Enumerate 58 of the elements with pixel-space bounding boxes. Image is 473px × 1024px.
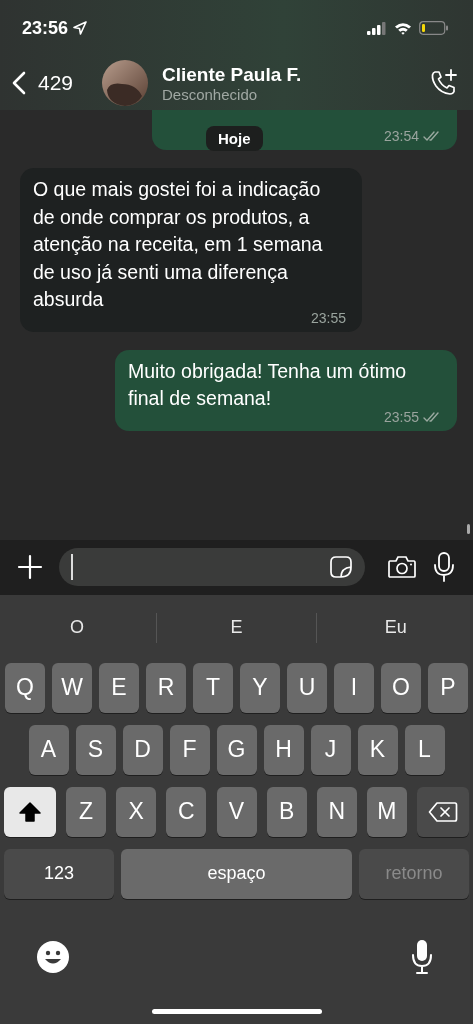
letter-key[interactable]: S xyxy=(75,724,116,775)
letter-key[interactable]: R xyxy=(146,662,186,713)
plus-icon[interactable] xyxy=(17,554,43,580)
letter-key[interactable]: M xyxy=(366,786,407,837)
letter-key[interactable]: I xyxy=(334,662,374,713)
letter-key[interactable]: X xyxy=(116,786,157,837)
message-time: 23:55 xyxy=(383,408,419,425)
contact-status: Desconhecido xyxy=(162,85,259,103)
letter-key[interactable]: F xyxy=(169,724,210,775)
wifi-icon xyxy=(394,21,412,35)
letter-key[interactable]: K xyxy=(357,724,398,775)
letter-key[interactable]: A xyxy=(28,724,69,775)
backspace-icon[interactable] xyxy=(428,800,458,823)
letter-key[interactable]: U xyxy=(287,662,327,713)
suggestion[interactable]: O xyxy=(2,617,153,638)
message-time: 23:55 xyxy=(310,309,346,326)
emoji-icon[interactable] xyxy=(36,939,70,974)
letter-key[interactable]: Z xyxy=(66,786,107,837)
letter-key[interactable]: L xyxy=(404,724,445,775)
back-button[interactable]: 429 xyxy=(12,71,100,95)
camera-icon[interactable] xyxy=(387,555,417,579)
suggestion[interactable]: E xyxy=(161,617,312,638)
backspace-key[interactable] xyxy=(417,786,469,837)
signal-icon xyxy=(367,21,387,35)
letter-key[interactable]: V xyxy=(216,786,257,837)
message-input[interactable] xyxy=(59,548,365,586)
microphone-icon[interactable] xyxy=(433,552,455,582)
scrollbar xyxy=(467,523,470,534)
letter-key[interactable]: H xyxy=(263,724,304,775)
dictation-microphone-icon[interactable] xyxy=(411,938,433,975)
message-text: Muito obrigada! Tenha um ótimo final de semana! xyxy=(128,358,408,411)
letter-key[interactable]: N xyxy=(316,786,357,837)
letter-key[interactable]: C xyxy=(166,786,207,837)
letter-key[interactable]: O xyxy=(381,662,421,713)
status-time: 23:56 xyxy=(22,17,69,39)
letter-key[interactable]: D xyxy=(122,724,163,775)
letter-key[interactable]: B xyxy=(266,786,307,837)
message-text: O que mais gostei foi a indicação de onde comprar os produtos, a atenção na receita, em 1 semana de uso já senti uma diferença absurda xyxy=(33,177,324,312)
shift-key[interactable] xyxy=(4,786,56,837)
letter-key[interactable]: T xyxy=(193,662,233,713)
numbers-key[interactable]: 123 xyxy=(4,848,114,899)
space-key[interactable]: espaço xyxy=(121,848,352,899)
date-label: Hoje xyxy=(206,126,263,151)
letter-key[interactable]: G xyxy=(216,724,257,775)
sticker-icon[interactable] xyxy=(329,555,353,579)
suggestion[interactable]: Eu xyxy=(320,617,471,638)
back-chevron-icon[interactable] xyxy=(12,71,26,95)
letter-key[interactable]: Y xyxy=(240,662,280,713)
shift-arrow-icon[interactable] xyxy=(19,801,41,822)
add-call-icon[interactable] xyxy=(429,68,459,98)
letter-key[interactable]: E xyxy=(99,662,139,713)
avatar[interactable] xyxy=(102,60,148,106)
contact-name[interactable]: Cliente Paula F. xyxy=(162,63,429,86)
letter-key[interactable]: J xyxy=(310,724,351,775)
message-time: 23:54 xyxy=(383,128,419,144)
letter-key[interactable]: Q xyxy=(5,662,45,713)
letter-key[interactable]: W xyxy=(52,662,92,713)
letter-key[interactable]: P xyxy=(428,662,468,713)
